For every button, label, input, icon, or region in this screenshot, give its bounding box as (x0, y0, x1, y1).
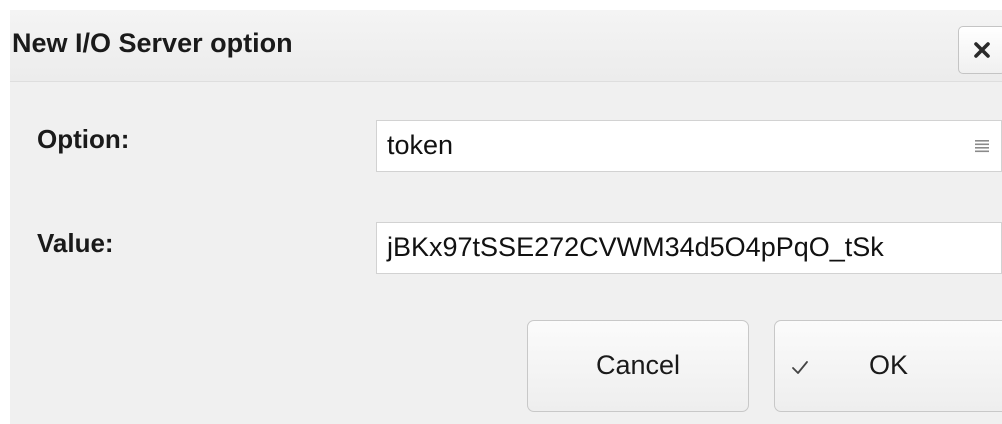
value-input[interactable]: jBKx97tSSE272CVWM34d5O4pPqO_tSk (376, 222, 1002, 274)
io-server-option-dialog: New I/O Server option Option: token Valu… (10, 10, 1002, 424)
value-label: Value: (37, 228, 114, 258)
dialog-title: New I/O Server option (12, 28, 293, 58)
option-select-value: token (387, 130, 454, 160)
value-input-text: jBKx97tSSE272CVWM34d5O4pPqO_tSk (387, 232, 884, 262)
check-icon (792, 361, 808, 374)
close-icon (974, 42, 990, 58)
cancel-button-label: Cancel (595, 350, 681, 380)
option-label: Option: (37, 124, 130, 154)
ok-button[interactable]: OK (774, 320, 1002, 412)
cancel-button[interactable]: Cancel (527, 320, 749, 412)
ok-button-label: OK (869, 350, 909, 380)
close-button[interactable] (958, 26, 1002, 74)
dialog-titlebar: New I/O Server option (10, 10, 1002, 82)
dialog-content: Option: token Value: jBKx97tSSE272CVWM34… (10, 82, 1002, 424)
menu-lines-icon[interactable] (974, 138, 990, 154)
option-select[interactable]: token (376, 120, 1002, 172)
